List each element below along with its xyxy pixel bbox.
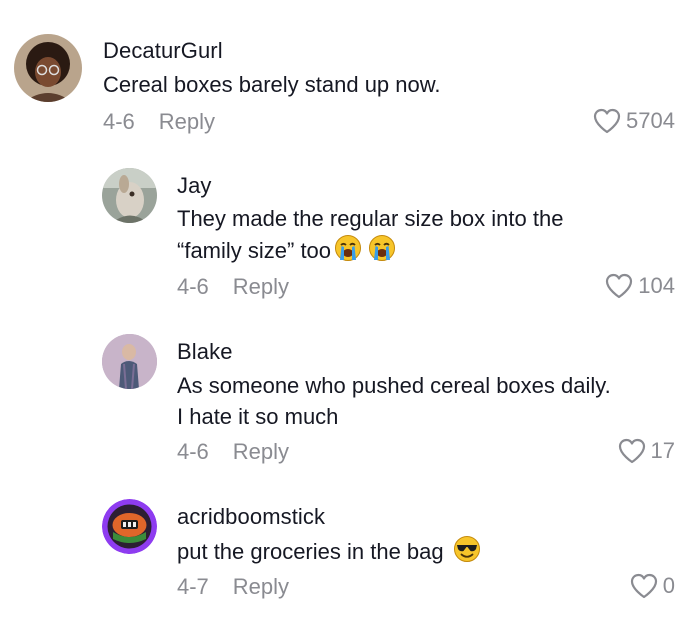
comment-text: put the groceries in the bag xyxy=(177,535,481,571)
comment-text: Cereal boxes barely stand up now. xyxy=(103,69,441,100)
comment-text-line-with-emoji: “family size” too xyxy=(177,234,563,270)
loudly-crying-face-icon xyxy=(334,234,362,270)
comment-username[interactable]: Blake xyxy=(177,339,233,365)
heart-icon xyxy=(593,108,621,134)
avatar[interactable] xyxy=(102,334,157,389)
like-button[interactable]: 17 xyxy=(617,437,675,465)
heart-icon xyxy=(630,573,657,599)
avatar[interactable] xyxy=(102,499,157,554)
comment-text-line: I hate it so much xyxy=(177,404,339,429)
reply-button[interactable]: Reply xyxy=(233,274,289,299)
avatar[interactable] xyxy=(14,34,82,102)
comment-text: They made the regular size box into the … xyxy=(177,203,563,270)
comment-text-line: As someone who pushed cereal boxes daily… xyxy=(177,373,611,398)
heart-icon xyxy=(606,273,633,299)
like-button[interactable]: 5704 xyxy=(592,107,675,135)
like-count: 5704 xyxy=(626,108,675,133)
comment-text-line: put the groceries in the bag xyxy=(177,539,444,564)
comment-meta: 4-6 Reply xyxy=(177,439,289,465)
comment-username[interactable]: Jay xyxy=(177,173,212,199)
comment-username[interactable]: acridboomstick xyxy=(177,504,325,530)
comment-text-line: Cereal boxes barely stand up now. xyxy=(103,72,441,97)
comment-text: As someone who pushed cereal boxes daily… xyxy=(177,370,611,432)
like-button[interactable]: 104 xyxy=(604,272,675,300)
heart-icon xyxy=(618,438,645,464)
comment-date: 4-6 xyxy=(177,439,209,464)
avatar[interactable] xyxy=(102,168,157,223)
comment-meta: 4-6 Reply xyxy=(177,274,289,300)
comment-date: 4-6 xyxy=(177,274,209,299)
comment-text-line-with-emoji: put the groceries in the bag xyxy=(177,535,481,571)
reply-button[interactable]: Reply xyxy=(233,439,289,464)
smiling-face-with-sunglasses-icon xyxy=(453,535,481,571)
comment-date: 4-7 xyxy=(177,574,209,599)
reply-button[interactable]: Reply xyxy=(159,109,215,134)
comment-text-line: “family size” too xyxy=(177,238,332,263)
comment-date: 4-6 xyxy=(103,109,135,134)
loudly-crying-face-icon xyxy=(368,234,396,270)
like-count: 0 xyxy=(662,573,675,598)
like-button[interactable]: 0 xyxy=(629,572,675,600)
reply-button[interactable]: Reply xyxy=(233,574,289,599)
comment-meta: 4-7 Reply xyxy=(177,574,289,600)
like-count: 104 xyxy=(638,273,675,298)
comment-username[interactable]: DecaturGurl xyxy=(103,38,223,64)
comment-text-line: They made the regular size box into the xyxy=(177,206,564,231)
like-count: 17 xyxy=(650,438,675,463)
comment-meta: 4-6 Reply xyxy=(103,109,215,135)
